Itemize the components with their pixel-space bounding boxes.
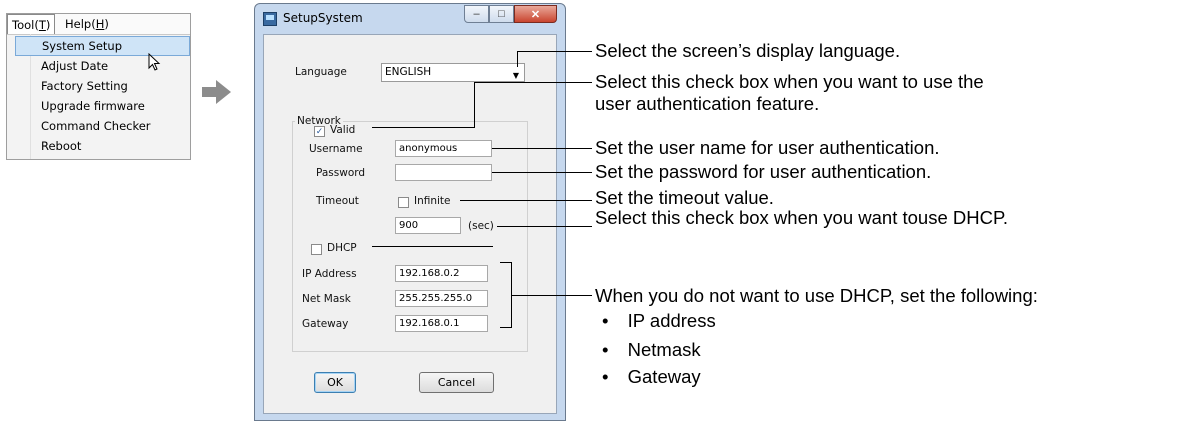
dialog-titlebar[interactable]: SetupSystem – □ ✕ (255, 4, 565, 34)
annotation-timeout: Set the timeout value. (595, 187, 774, 208)
menu-tool-label: Tool( (12, 18, 39, 32)
annotation-auth-line1: Select this check box when you want to u… (595, 71, 984, 92)
menu-help[interactable]: Help(H) (61, 14, 113, 34)
dialog-client: Language ENGLISH ▼ Network ✓ Valid Usern… (263, 34, 557, 414)
bullet-dot: • (602, 339, 609, 360)
close-button[interactable]: ✕ (514, 5, 557, 23)
infinite-checkbox[interactable] (398, 197, 409, 208)
menu-help-close: ) (104, 17, 109, 31)
menu-item-reboot[interactable]: Reboot (15, 136, 190, 156)
bullet-item: • Gateway (602, 366, 701, 388)
callout-line-password (492, 172, 592, 173)
menu-item-upgrade-firmware[interactable]: Upgrade firmware (15, 96, 190, 116)
mouse-cursor-icon (148, 53, 161, 71)
bullet-dot: • (602, 366, 609, 387)
right-arrow-icon (202, 80, 231, 104)
ip-address-label: IP Address (302, 268, 357, 280)
minimize-button[interactable]: – (464, 5, 489, 23)
timeout-label: Timeout (316, 195, 359, 207)
language-value: ENGLISH (385, 66, 432, 78)
bullet-item: • IP address (602, 310, 716, 332)
dhcp-label: DHCP (327, 242, 357, 254)
menu-item-factory-setting[interactable]: Factory Setting (15, 76, 190, 96)
callout-line-auth-v (474, 82, 475, 127)
callout-line-language (517, 51, 592, 52)
callout-line-username (492, 148, 592, 149)
annotation-dhcp: Select this check box when you want tous… (595, 207, 1009, 228)
dialog-title: SetupSystem (283, 11, 363, 25)
menu-help-label: Help( (65, 17, 96, 31)
timeout-unit: (sec) (468, 220, 494, 232)
menu-tool[interactable]: Tool(T) (7, 14, 56, 34)
setup-system-dialog: SetupSystem – □ ✕ Language ENGLISH ▼ Net… (254, 3, 566, 421)
menu-bar: Tool(T) Help(H) (7, 14, 190, 35)
menu-tool-key: T (38, 18, 46, 32)
language-label: Language (295, 66, 347, 78)
ok-button[interactable]: OK (314, 372, 356, 393)
language-select[interactable]: ENGLISH ▼ (381, 63, 525, 82)
callout-line-manual (511, 295, 592, 296)
bracket-top (500, 262, 511, 263)
dhcp-checkbox[interactable] (311, 244, 322, 255)
valid-checkbox[interactable]: ✓ (314, 126, 325, 137)
bullet-ip-address: IP address (627, 310, 716, 331)
infinite-label: Infinite (414, 195, 451, 207)
callout-line-auth (474, 82, 592, 83)
checkmark-icon: ✓ (315, 126, 324, 136)
username-field[interactable]: anonymous (395, 140, 492, 157)
password-field[interactable] (395, 164, 492, 181)
menu-tool-close: ) (45, 18, 51, 32)
bracket-bottom (500, 327, 512, 328)
callout-line-timeout (460, 200, 592, 201)
password-label: Password (316, 167, 366, 179)
bullet-netmask: Netmask (627, 339, 701, 360)
callout-line-auth-h2 (372, 127, 475, 128)
annotation-language: Select the screen’s display language. (595, 40, 901, 61)
username-label: Username (309, 143, 363, 155)
gateway-label: Gateway (302, 318, 349, 330)
cancel-button[interactable]: Cancel (419, 372, 494, 393)
bullet-gateway: Gateway (627, 366, 701, 387)
annotation-username: Set the user name for user authenticatio… (595, 137, 940, 158)
tool-menu: Tool(T) Help(H) System Setup Adjust Date… (6, 13, 191, 160)
ip-address-field[interactable]: 192.168.0.2 (395, 265, 488, 282)
gateway-field[interactable]: 192.168.0.1 (395, 315, 488, 332)
callout-line-language-v (517, 51, 518, 67)
callout-line-dhcp (497, 226, 592, 227)
annotation-auth-line2: user authentication feature. (595, 93, 820, 114)
netmask-field[interactable]: 255.255.255.0 (395, 290, 488, 307)
callout-line-dhcp-row (372, 246, 493, 247)
netmask-label: Net Mask (302, 293, 351, 305)
menu-item-system-setup[interactable]: System Setup (15, 36, 190, 56)
bullet-dot: • (602, 310, 609, 331)
window-buttons: – □ ✕ (464, 5, 557, 24)
menu-item-command-checker[interactable]: Command Checker (15, 116, 190, 136)
timeout-field[interactable]: 900 (395, 217, 461, 234)
maximize-button[interactable]: □ (489, 5, 514, 23)
valid-label: Valid (330, 124, 356, 136)
annotation-password: Set the password for user authentication… (595, 161, 932, 182)
app-icon (263, 12, 277, 26)
bullet-item: • Netmask (602, 339, 701, 361)
menu-item-adjust-date[interactable]: Adjust Date (15, 56, 190, 76)
annotation-manual: When you do not want to use DHCP, set th… (595, 285, 1038, 306)
